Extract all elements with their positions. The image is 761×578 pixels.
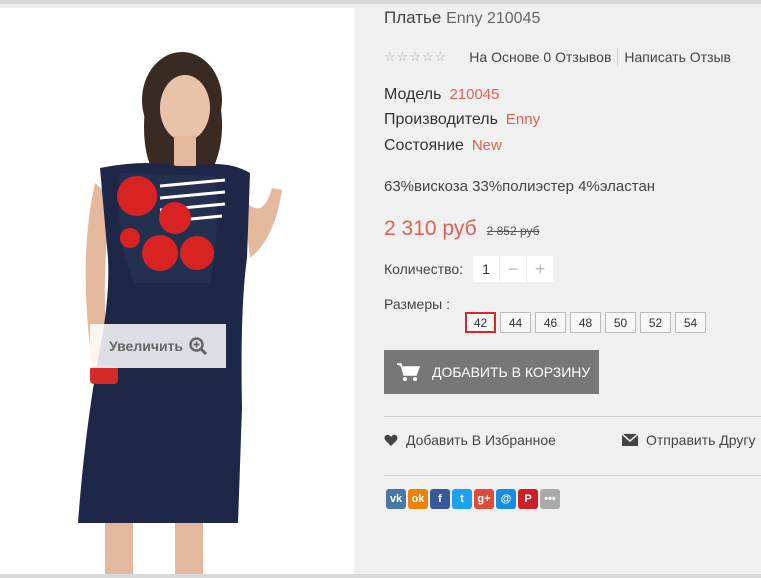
model-label: Модель xyxy=(384,86,442,103)
reviews-link[interactable]: На Основе 0 Отзывов xyxy=(469,49,611,65)
heart-icon xyxy=(384,434,398,446)
size-option-46[interactable]: 46 xyxy=(535,312,566,333)
divider xyxy=(384,475,761,476)
mail-icon[interactable]: @ xyxy=(496,489,516,509)
bottom-divider xyxy=(0,574,761,578)
top-divider xyxy=(0,0,761,4)
cart-icon xyxy=(397,363,420,381)
size-option-52[interactable]: 52 xyxy=(640,312,671,333)
rating-stars[interactable]: ☆☆☆☆☆ xyxy=(384,49,447,65)
twitter-icon[interactable]: t xyxy=(452,489,472,509)
facebook-icon[interactable]: f xyxy=(430,489,450,509)
quantity-stepper: 1 − + xyxy=(473,256,554,282)
add-to-wishlist-link[interactable]: Добавить В Избранное xyxy=(384,432,556,448)
price-old: 2 852 руб xyxy=(486,224,540,238)
maker-label: Производитель xyxy=(384,111,498,128)
price-current: 2 310 руб xyxy=(384,217,477,240)
send-to-friend-link[interactable]: Отправить Другу xyxy=(622,432,756,448)
send-to-friend-label: Отправить Другу xyxy=(646,432,756,448)
vk-icon[interactable]: vk xyxy=(386,489,406,509)
googleplus-icon[interactable]: g+ xyxy=(474,489,494,509)
add-to-cart-button[interactable]: ДОБАВИТЬ В КОРЗИНУ xyxy=(384,350,599,394)
quantity-label: Количество: xyxy=(384,261,464,277)
size-options: 42 44 46 48 50 52 54 xyxy=(465,312,706,333)
quantity-row: Количество: 1 − + xyxy=(384,256,554,282)
product-image[interactable]: Увеличить xyxy=(0,8,354,574)
maker-value[interactable]: Enny xyxy=(506,111,540,128)
ok-icon[interactable]: ok xyxy=(408,489,428,509)
size-option-44[interactable]: 44 xyxy=(500,312,531,333)
envelope-icon xyxy=(622,434,638,446)
model-value: 210045 xyxy=(449,86,500,103)
maker-row: Производитель Enny xyxy=(384,111,540,129)
rating-separator xyxy=(617,48,619,66)
add-to-cart-label: ДОБАВИТЬ В КОРЗИНУ xyxy=(432,364,591,380)
size-option-54[interactable]: 54 xyxy=(675,312,706,333)
price-row: 2 310 руб 2 852 руб xyxy=(384,217,540,241)
product-name: Платье xyxy=(384,8,442,27)
divider xyxy=(384,416,761,417)
more-icon[interactable]: ••• xyxy=(540,489,560,509)
rating-row: ☆☆☆☆☆ На Основе 0 Отзывов Написать Отзыв xyxy=(384,48,731,66)
product-title: Платье Enny 210045 xyxy=(384,8,540,28)
product-brand-code: Enny 210045 xyxy=(446,10,541,27)
state-row: Состояние New xyxy=(384,137,502,155)
product-description: 63%вискоза 33%полиэстер 4%эластан xyxy=(384,178,656,195)
zoom-button[interactable]: Увеличить xyxy=(90,324,226,368)
social-share-bar: vk ok f t g+ @ P ••• xyxy=(386,489,560,509)
model-row: Модель 210045 xyxy=(384,86,500,104)
wishlist-label: Добавить В Избранное xyxy=(406,432,556,448)
state-value: New xyxy=(471,137,502,154)
size-option-50[interactable]: 50 xyxy=(605,312,636,333)
quantity-input[interactable]: 1 xyxy=(473,256,500,282)
size-option-48[interactable]: 48 xyxy=(570,312,601,333)
pinterest-icon[interactable]: P xyxy=(518,489,538,509)
zoom-label: Увеличить xyxy=(108,338,184,354)
sizes-label: Размеры : xyxy=(384,296,450,312)
quantity-increase-button[interactable]: + xyxy=(527,256,554,282)
write-review-link[interactable]: Написать Отзыв xyxy=(624,49,731,65)
quantity-decrease-button[interactable]: − xyxy=(500,256,527,282)
dress-photo xyxy=(78,52,282,574)
size-option-42[interactable]: 42 xyxy=(465,312,496,333)
state-label: Состояние xyxy=(384,137,464,154)
zoom-icon xyxy=(189,337,208,355)
